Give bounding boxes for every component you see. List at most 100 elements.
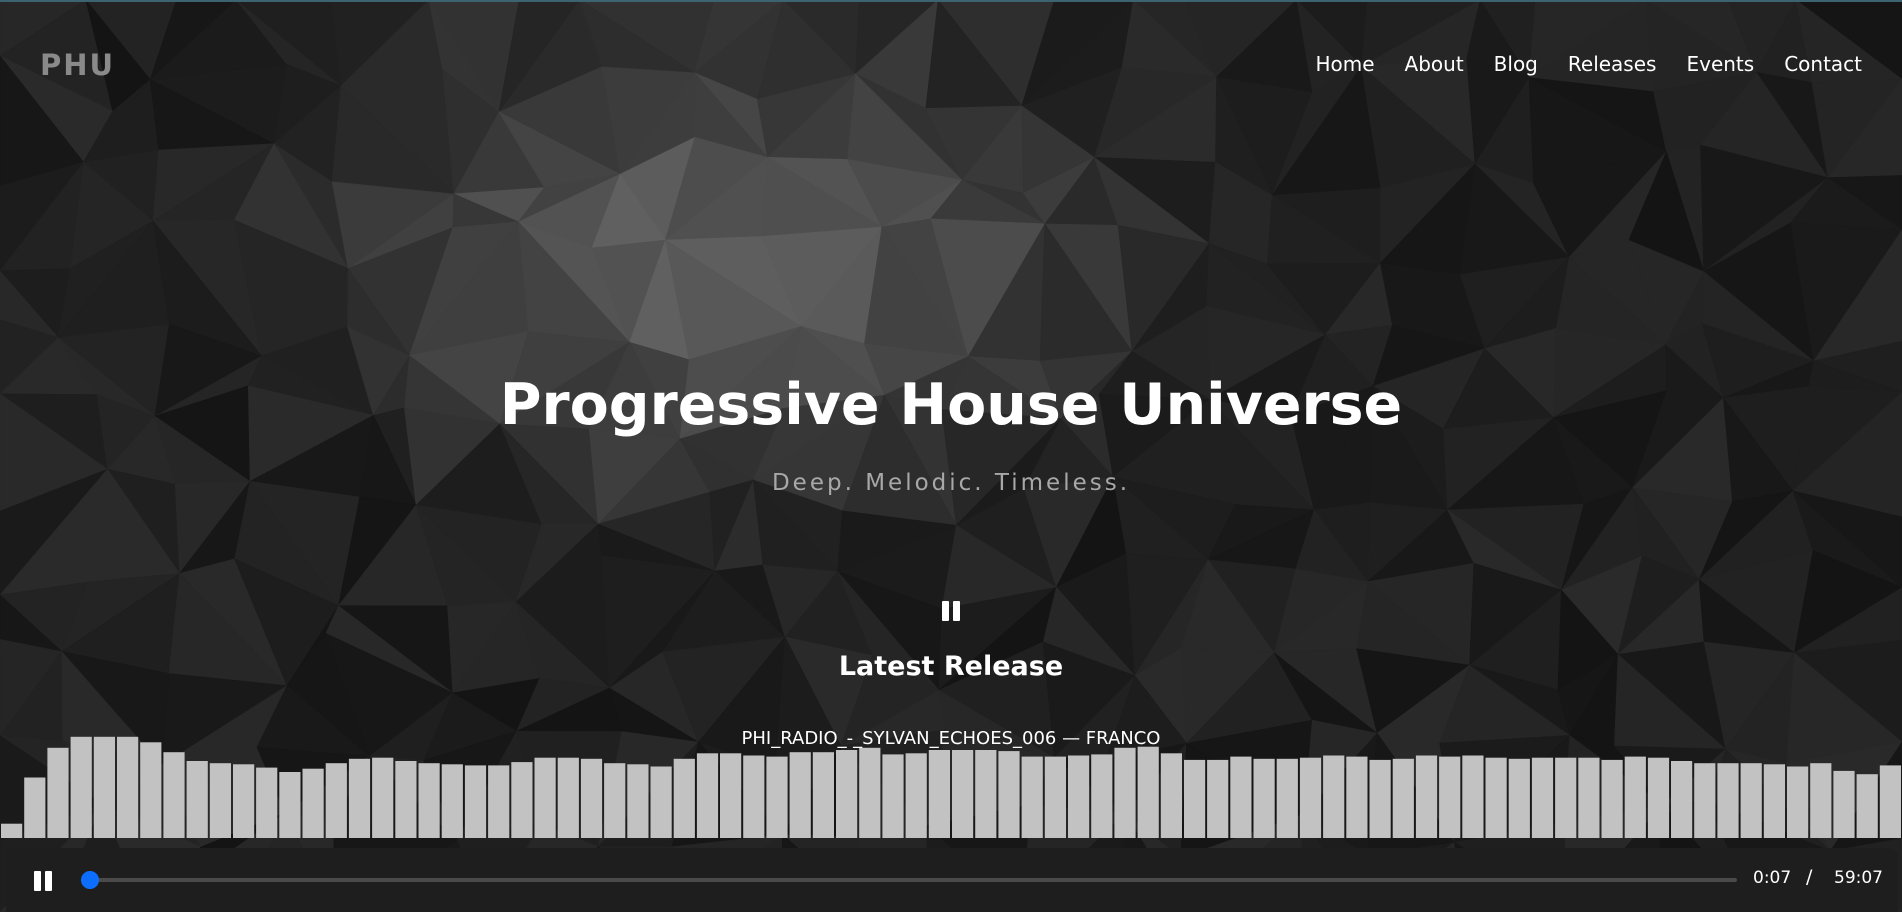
visualizer-bar xyxy=(1021,756,1043,838)
player-pause-icon[interactable] xyxy=(34,871,52,891)
latest-release-heading: Latest Release xyxy=(838,651,1064,682)
audio-player-bar: 0:07 / 59:07 xyxy=(6,848,1898,912)
visualizer-bar xyxy=(1833,770,1855,838)
nav-home[interactable]: Home xyxy=(1315,52,1374,76)
site-logo[interactable]: PHU xyxy=(40,48,115,82)
visualizer-bar xyxy=(163,752,185,838)
visualizer-bar xyxy=(1647,757,1670,838)
visualizer-bar xyxy=(348,758,371,838)
visualizer-bar xyxy=(1439,756,1461,838)
visualizer-bar xyxy=(1624,756,1646,838)
visualizer-bar xyxy=(233,764,255,838)
visualizer-bar xyxy=(209,763,231,838)
nav-about[interactable]: About xyxy=(1405,52,1464,76)
visualizer-bar xyxy=(70,736,92,838)
visualizer-bar xyxy=(1369,759,1391,838)
visualizer-bar xyxy=(1068,755,1090,838)
visualizer-bar xyxy=(93,736,115,838)
visualizer-bar xyxy=(1531,757,1554,838)
visualizer-bar xyxy=(488,765,510,838)
nav-releases[interactable]: Releases xyxy=(1568,52,1657,76)
visualizer-bar xyxy=(743,755,765,838)
visualizer-bar xyxy=(1184,759,1206,838)
visualizer-bar xyxy=(812,752,834,838)
audio-visualizer xyxy=(1,736,1901,838)
visualizer-bar xyxy=(302,768,324,838)
visualizer-bar xyxy=(1578,757,1600,838)
visualizer-bar xyxy=(256,767,278,838)
visualizer-bar xyxy=(1415,755,1438,838)
visualizer-bar xyxy=(1323,755,1345,838)
visualizer-bar xyxy=(1462,755,1484,838)
duration-time: 59:07 xyxy=(1834,868,1883,888)
visualizer-bar xyxy=(1276,758,1298,838)
visualizer-bar xyxy=(836,750,858,838)
visualizer-bar xyxy=(24,777,46,838)
visualizer-bar xyxy=(1346,756,1368,838)
visualizer-bar xyxy=(928,750,950,838)
visualizer-bar xyxy=(418,763,440,838)
visualizer-bar xyxy=(1694,763,1716,838)
visualizer-bar xyxy=(47,747,69,838)
visualizer-bar xyxy=(186,761,208,838)
nav-events[interactable]: Events xyxy=(1686,52,1754,76)
hero-subtitle: Deep. Melodic. Timeless. xyxy=(771,470,1131,496)
visualizer-bar xyxy=(882,754,904,838)
visualizer-bar xyxy=(580,758,603,838)
visualizer-bar xyxy=(117,736,139,838)
visualizer-bar xyxy=(1717,763,1739,838)
visualizer-bar xyxy=(952,750,974,838)
visualizer-bar xyxy=(1485,757,1507,838)
visualizer-bar xyxy=(1299,757,1322,838)
visualizer-bar xyxy=(1160,753,1182,838)
visualizer-bar xyxy=(511,762,533,838)
seek-bar[interactable] xyxy=(81,871,1737,889)
visualizer-bar xyxy=(1787,766,1809,838)
visualizer-bar xyxy=(975,750,997,838)
visualizer-bar xyxy=(650,766,672,838)
visualizer-bar xyxy=(1230,756,1252,838)
current-time: 0:07 xyxy=(1753,868,1792,888)
visualizer-bar xyxy=(1555,757,1577,838)
visualizer-bar xyxy=(325,763,347,838)
visualizer-bar xyxy=(441,764,463,838)
visualizer-bar xyxy=(395,761,417,838)
pause-icon[interactable] xyxy=(942,601,960,621)
visualizer-bar xyxy=(859,747,881,838)
visualizer-bar xyxy=(534,757,556,838)
visualizer-bar xyxy=(140,742,162,838)
visualizer-bar xyxy=(464,765,487,838)
track-title: PHI_RADIO_-_SYLVAN_ECHOES_006 — FRANCO xyxy=(741,728,1161,749)
visualizer-bar xyxy=(720,753,742,838)
visualizer-bar xyxy=(1671,761,1693,838)
visualizer-bar xyxy=(766,756,788,838)
visualizer-bar xyxy=(1810,763,1832,838)
visualizer-bar xyxy=(557,757,579,838)
visualizer-bar xyxy=(1601,759,1623,838)
visualizer-bar xyxy=(673,758,695,838)
visualizer-bar xyxy=(1763,764,1785,838)
visualizer-bar xyxy=(372,757,394,838)
nav-contact[interactable]: Contact xyxy=(1784,52,1862,76)
visualizer-bar xyxy=(696,753,719,838)
visualizer-bar xyxy=(905,753,927,838)
main-nav: Home About Blog Releases Events Contact xyxy=(1315,52,1862,76)
visualizer-bar xyxy=(1091,754,1113,838)
nav-blog[interactable]: Blog xyxy=(1494,52,1538,76)
visualizer-bar xyxy=(789,752,811,838)
visualizer-bar xyxy=(1740,763,1762,838)
visualizer-bar xyxy=(1392,758,1414,838)
visualizer-bar xyxy=(279,772,301,838)
visualizer-bar xyxy=(1114,747,1136,838)
hero-title: Progressive House Universe xyxy=(499,372,1403,438)
visualizer-bar xyxy=(627,764,649,838)
visualizer-bar xyxy=(1044,756,1066,838)
visualizer-bar xyxy=(1253,758,1275,838)
seek-thumb[interactable] xyxy=(81,871,100,889)
visualizer-bar xyxy=(1207,759,1229,838)
visualizer-bar xyxy=(604,763,626,838)
hero-section: PHU Home About Blog Releases Events Cont… xyxy=(0,0,1902,912)
time-separator: / xyxy=(1806,866,1813,888)
top-border xyxy=(0,0,1902,2)
visualizer-bar xyxy=(998,751,1020,838)
